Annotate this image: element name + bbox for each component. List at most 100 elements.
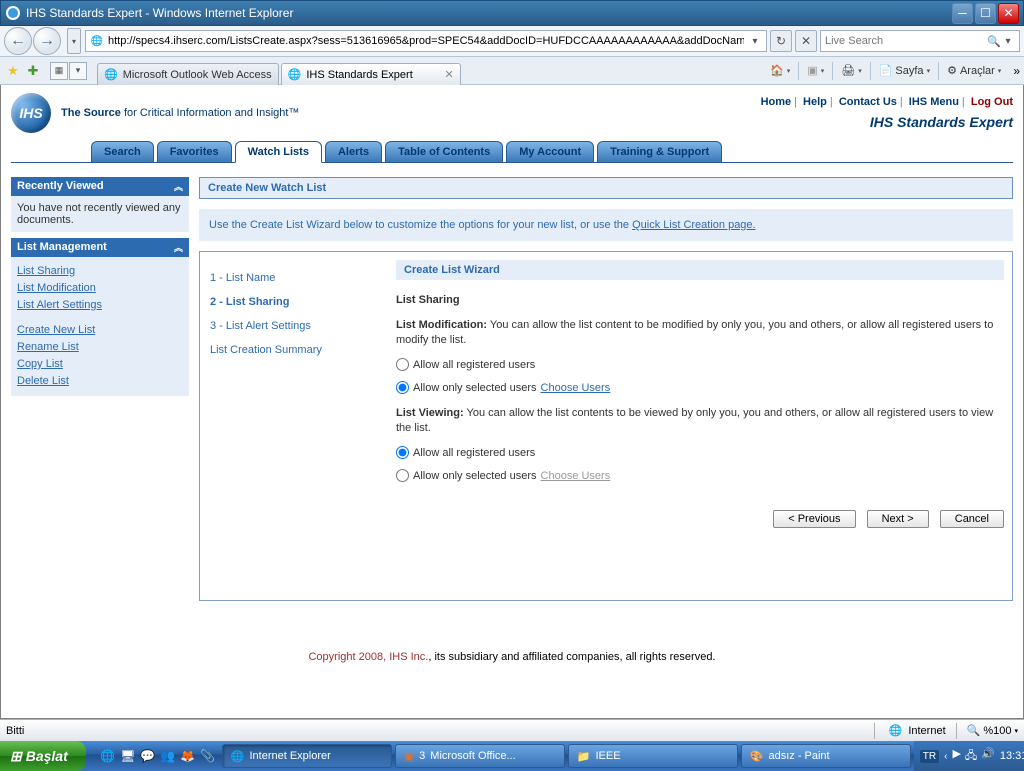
stop-button[interactable]: ✕ <box>795 30 817 52</box>
label-view-selected[interactable]: Allow only selected users <box>413 470 537 482</box>
separator <box>798 62 799 80</box>
tab-close-icon[interactable]: ✕ <box>444 68 453 81</box>
ie-icon: 🌐 <box>231 750 245 763</box>
radio-view-selected[interactable] <box>396 469 409 482</box>
collapse-icon[interactable]: ︽ <box>174 180 183 193</box>
back-button[interactable]: ← <box>4 27 32 55</box>
link-delete-list[interactable]: Delete List <box>17 373 183 390</box>
forward-button[interactable]: → <box>33 27 61 55</box>
radio-mod-selected[interactable] <box>396 381 409 394</box>
link-copy-list[interactable]: Copy List <box>17 356 183 373</box>
add-favorites-icon[interactable]: ✚ <box>24 62 42 80</box>
page-viewport: IHS The Source for Critical Information … <box>0 85 1024 719</box>
intro-text: Use the Create List Wizard below to cust… <box>199 209 1013 241</box>
close-button[interactable]: ✕ <box>998 3 1019 24</box>
zoom-value: %100 <box>983 725 1011 737</box>
ql-ie-icon[interactable]: 🌐 <box>100 748 116 764</box>
label-mod-selected[interactable]: Allow only selected users <box>413 382 537 394</box>
collapse-icon[interactable]: ︽ <box>174 241 183 254</box>
link-choose-users-view: Choose Users <box>541 470 611 482</box>
search-input[interactable] <box>825 35 987 47</box>
browser-tab-ihs[interactable]: 🌐 IHS Standards Expert ✕ <box>281 63 461 85</box>
label-mod-all[interactable]: Allow all registered users <box>413 359 535 371</box>
refresh-button[interactable]: ↻ <box>770 30 792 52</box>
cancel-button[interactable]: Cancel <box>940 510 1004 528</box>
previous-button[interactable]: < Previous <box>773 510 855 528</box>
start-button[interactable]: ⊞ Başlat <box>0 741 86 771</box>
link-contact[interactable]: Contact Us <box>839 96 897 108</box>
address-dropdown-icon[interactable]: ▾ <box>748 36 762 47</box>
link-ihs-menu[interactable]: IHS Menu <box>909 96 959 108</box>
page-icon: 📄 <box>879 64 893 77</box>
browser-tab-outlook[interactable]: 🌐 Microsoft Outlook Web Access <box>97 63 279 85</box>
print-tool[interactable]: 🖨▾ <box>841 64 861 77</box>
link-rename-list[interactable]: Rename List <box>17 339 183 356</box>
tray-expand-icon[interactable]: ‹ <box>944 751 947 762</box>
tab-favicon: 🌐 <box>104 68 118 81</box>
taskbar-item-ieee[interactable]: 📁 IEEE <box>568 744 738 768</box>
address-input[interactable] <box>108 32 744 50</box>
recent-note: You have not recently viewed any documen… <box>17 202 183 226</box>
separator <box>870 62 871 80</box>
link-choose-users-mod[interactable]: Choose Users <box>541 382 611 394</box>
tab-search[interactable]: Search <box>91 141 154 162</box>
home-tool[interactable]: 🏠▾ <box>770 64 790 77</box>
minimize-button[interactable]: ─ <box>952 3 973 24</box>
ql-firefox-icon[interactable]: 🦊 <box>180 748 196 764</box>
tab-training[interactable]: Training & Support <box>597 141 722 162</box>
radio-mod-all[interactable] <box>396 358 409 371</box>
wizard-step-1[interactable]: 1 - List Name <box>210 266 386 290</box>
link-home[interactable]: Home <box>761 96 792 108</box>
main-nav-tabs: Search Favorites Watch Lists Alerts Tabl… <box>11 141 1013 163</box>
next-button[interactable]: Next > <box>867 510 929 528</box>
radio-view-all[interactable] <box>396 446 409 459</box>
wizard-step-2[interactable]: 2 - List Sharing <box>210 290 386 314</box>
nav-history-dropdown[interactable]: ▾ <box>67 28 81 54</box>
wizard-step-3[interactable]: 3 - List Alert Settings <box>210 314 386 338</box>
tab-watch-lists[interactable]: Watch Lists <box>235 141 322 163</box>
search-dropdown-icon[interactable]: ▾ <box>1001 36 1015 47</box>
tray-network-icon[interactable]: 🖧 <box>965 747 977 766</box>
favorites-star-icon[interactable]: ★ <box>4 62 22 80</box>
tab-toc[interactable]: Table of Contents <box>385 141 503 162</box>
link-help[interactable]: Help <box>803 96 827 108</box>
taskbar: ⊞ Başlat 🌐 🖥 💬 👥 🦊 📎 🌐 Internet Explorer… <box>0 741 1024 771</box>
zoom-control[interactable]: 🔍 %100 ▾ <box>967 724 1018 737</box>
tab-favorites[interactable]: Favorites <box>157 141 232 162</box>
tab-my-account[interactable]: My Account <box>506 141 594 162</box>
tools-tool[interactable]: ⚙Araçlar▾ <box>947 64 1001 77</box>
link-quick-list-creation[interactable]: Quick List Creation page. <box>632 219 756 231</box>
link-create-new-list[interactable]: Create New List <box>17 322 183 339</box>
tray-icon[interactable]: ▶ <box>952 747 960 766</box>
language-indicator[interactable]: TR <box>920 750 939 763</box>
search-box[interactable]: 🔍 ▾ <box>820 30 1020 52</box>
wizard-section-title: List Sharing <box>396 294 1004 306</box>
label-view-all[interactable]: Allow all registered users <box>413 447 535 459</box>
link-logout[interactable]: Log Out <box>971 96 1013 108</box>
search-icon[interactable]: 🔍 <box>987 35 1001 48</box>
tray-volume-icon[interactable]: 🔊 <box>981 747 995 766</box>
link-list-alert-settings[interactable]: List Alert Settings <box>17 297 183 314</box>
feeds-tool[interactable]: ▣▾ <box>807 64 824 77</box>
link-list-modification[interactable]: List Modification <box>17 280 183 297</box>
taskbar-item-paint[interactable]: 🎨 adsız - Paint <box>741 744 911 768</box>
panel-list-management: List Management︽ List Sharing List Modif… <box>11 238 189 396</box>
nav-toolbar: ← → ▾ 🌐 ▾ ↻ ✕ 🔍 ▾ <box>0 26 1024 57</box>
page-tool[interactable]: 📄Sayfa▾ <box>879 64 930 77</box>
copyright: Copyright 2008, IHS Inc., its subsidiary… <box>11 651 1013 663</box>
clock[interactable]: 13:31 <box>1000 750 1024 762</box>
ql-app-icon[interactable]: 👥 <box>160 748 176 764</box>
ql-desktop-icon[interactable]: 🖥 <box>120 748 136 764</box>
ql-msn-icon[interactable]: 💬 <box>140 748 156 764</box>
quick-tabs-button[interactable]: ▦ <box>50 62 68 80</box>
link-list-sharing[interactable]: List Sharing <box>17 263 183 280</box>
address-bar[interactable]: 🌐 ▾ <box>85 30 767 52</box>
taskbar-item-office[interactable]: ▣ 3 Microsoft Office... <box>395 744 565 768</box>
toolbar-overflow-icon[interactable]: » <box>1009 64 1020 78</box>
maximize-button[interactable]: ☐ <box>975 3 996 24</box>
taskbar-item-ie[interactable]: 🌐 Internet Explorer <box>222 744 392 768</box>
wizard-step-summary[interactable]: List Creation Summary <box>210 338 386 362</box>
tab-list-dropdown[interactable]: ▾ <box>69 62 87 80</box>
tab-alerts[interactable]: Alerts <box>325 141 382 162</box>
ql-util-icon[interactable]: 📎 <box>200 748 216 764</box>
